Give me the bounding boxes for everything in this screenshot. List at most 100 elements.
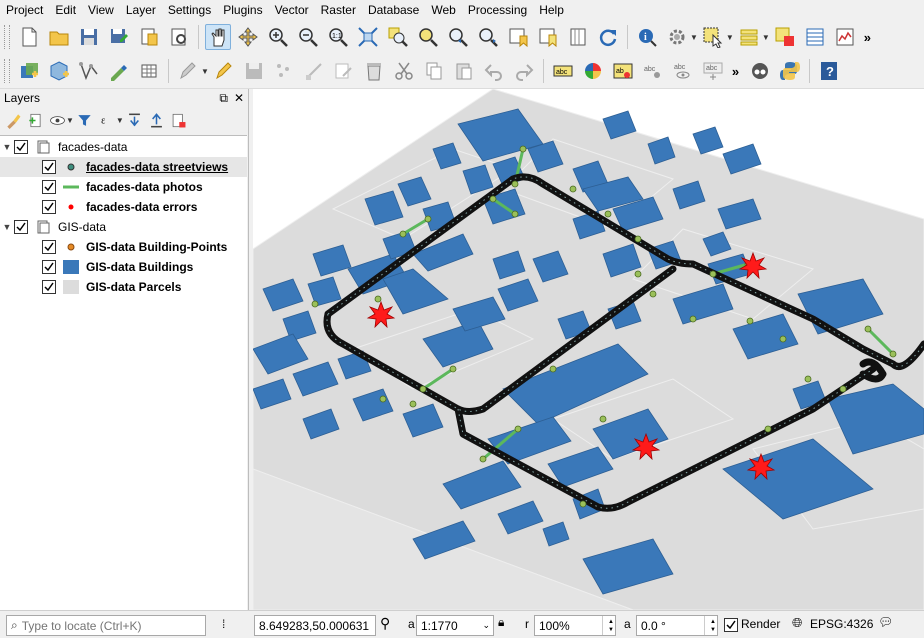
- refresh-button[interactable]: [595, 24, 621, 50]
- select-features-button[interactable]: [700, 24, 726, 50]
- undo-button[interactable]: [481, 58, 507, 84]
- select-dropdown-icon[interactable]: ▼: [726, 33, 734, 42]
- add-feature-button[interactable]: [271, 58, 297, 84]
- lock-scale-icon[interactable]: 🔒︎: [498, 615, 504, 630]
- zoom-next-button[interactable]: [475, 24, 501, 50]
- filter-legend-button[interactable]: [75, 110, 95, 130]
- locator-input[interactable]: [19, 617, 194, 634]
- layer-checkbox[interactable]: [42, 160, 56, 174]
- zoom-native-button[interactable]: 1:1: [325, 24, 351, 50]
- menu-web[interactable]: Web: [425, 0, 461, 20]
- temporal-controller-button[interactable]: [565, 24, 591, 50]
- statistics-button[interactable]: [832, 24, 858, 50]
- open-layer-styling-button[interactable]: [3, 110, 23, 130]
- new-project-button[interactable]: [16, 24, 42, 50]
- layer-group-row[interactable]: ▼ facades-data: [0, 137, 247, 157]
- python-console-button[interactable]: [777, 58, 803, 84]
- add-mesh-layer-button[interactable]: [136, 58, 162, 84]
- menu-project[interactable]: Project: [0, 0, 49, 20]
- zoom-in-button[interactable]: [265, 24, 291, 50]
- magnifier-field[interactable]: 100% ▲ ▼: [534, 615, 616, 636]
- layer-checkbox[interactable]: [42, 240, 56, 254]
- layer-row[interactable]: facades-data errors: [0, 197, 247, 217]
- select-by-attribute-button[interactable]: [736, 24, 762, 50]
- save-layer-edits-button[interactable]: [241, 58, 267, 84]
- layer-row[interactable]: facades-data photos: [0, 177, 247, 197]
- zoom-to-selection-button[interactable]: [385, 24, 411, 50]
- highlight-pinned-labels-button[interactable]: ab: [610, 58, 636, 84]
- label-toolbar-button[interactable]: abc: [550, 58, 576, 84]
- collapse-arrow-icon[interactable]: ▼: [0, 142, 14, 152]
- toggle-extents-icon[interactable]: ⚲: [380, 615, 390, 632]
- layer-checkbox[interactable]: [42, 260, 56, 274]
- toolbar-grip[interactable]: [4, 25, 10, 49]
- layer-checkbox[interactable]: [42, 200, 56, 214]
- paste-features-button[interactable]: [451, 58, 477, 84]
- map-tips-button[interactable]: [747, 58, 773, 84]
- crs-label[interactable]: EPSG:4326: [810, 617, 873, 631]
- magnifier-spinner[interactable]: ▲ ▼: [602, 616, 615, 635]
- messages-icon[interactable]: 💬︎: [878, 615, 893, 629]
- manage-visibility-button[interactable]: [47, 110, 67, 130]
- menu-edit[interactable]: Edit: [49, 0, 82, 20]
- layer-checkbox[interactable]: [14, 220, 28, 234]
- zoom-out-button[interactable]: [295, 24, 321, 50]
- toolbar-overflow-icon[interactable]: »: [864, 30, 871, 45]
- menu-processing[interactable]: Processing: [462, 0, 533, 20]
- layout-manager-button[interactable]: [166, 24, 192, 50]
- save-as-button[interactable]: [106, 24, 132, 50]
- zoom-last-button[interactable]: [445, 24, 471, 50]
- map-canvas[interactable]: [253, 89, 924, 610]
- layer-checkbox[interactable]: [42, 180, 56, 194]
- scale-dropdown[interactable]: 1:1770 ⌄: [416, 615, 494, 636]
- render-checkbox[interactable]: [724, 618, 738, 632]
- show-hide-labels-button[interactable]: abc: [670, 58, 696, 84]
- menu-layer[interactable]: Layer: [120, 0, 162, 20]
- menu-database[interactable]: Database: [362, 0, 425, 20]
- deselect-all-button[interactable]: [772, 24, 798, 50]
- add-group-button[interactable]: [25, 110, 45, 130]
- crs-globe-icon[interactable]: 🌐︎: [792, 615, 802, 631]
- layer-row[interactable]: GIS-data Building-Points: [0, 237, 247, 257]
- expand-all-button[interactable]: [125, 110, 145, 130]
- run-action-dropdown-icon[interactable]: ▼: [690, 33, 698, 42]
- redo-button[interactable]: [511, 58, 537, 84]
- menu-view[interactable]: View: [82, 0, 120, 20]
- close-icon[interactable]: ✕: [234, 91, 244, 106]
- data-source-manager-button[interactable]: [16, 58, 42, 84]
- move-label-button[interactable]: abc: [700, 58, 726, 84]
- current-edits-dropdown-icon[interactable]: ▼: [201, 67, 209, 76]
- add-vector-layer-button[interactable]: [76, 58, 102, 84]
- zoom-full-button[interactable]: [355, 24, 381, 50]
- menu-vector[interactable]: Vector: [269, 0, 315, 20]
- coordinate-field[interactable]: 8.649283,50.000631: [254, 615, 376, 636]
- visibility-dropdown-icon[interactable]: ▼: [66, 116, 74, 125]
- layer-row[interactable]: GIS-data Buildings: [0, 257, 247, 277]
- diagram-options-button[interactable]: [580, 58, 606, 84]
- run-action-button[interactable]: [664, 24, 690, 50]
- menu-settings[interactable]: Settings: [162, 0, 217, 20]
- save-project-button[interactable]: [76, 24, 102, 50]
- select-by-attribute-dropdown-icon[interactable]: ▼: [762, 33, 770, 42]
- attribute-table-button[interactable]: [802, 24, 828, 50]
- menu-help[interactable]: Help: [533, 0, 570, 20]
- cut-features-button[interactable]: [391, 58, 417, 84]
- remove-layer-button[interactable]: [169, 110, 189, 130]
- expression-dropdown-icon[interactable]: ▼: [116, 116, 124, 125]
- toggle-editing-button[interactable]: [211, 58, 237, 84]
- zoom-to-layer-button[interactable]: [415, 24, 441, 50]
- copy-features-button[interactable]: [421, 58, 447, 84]
- rotation-spinner[interactable]: ▲ ▼: [704, 616, 717, 635]
- help-button[interactable]: ?: [816, 58, 842, 84]
- new-geopackage-button[interactable]: [46, 58, 72, 84]
- chevron-down-icon[interactable]: ⌄: [478, 620, 490, 631]
- menu-plugins[interactable]: Plugins: [217, 0, 268, 20]
- delete-selected-button[interactable]: [361, 58, 387, 84]
- show-bookmarks-button[interactable]: [535, 24, 561, 50]
- layer-row[interactable]: GIS-data Parcels: [0, 277, 247, 297]
- add-raster-layer-button[interactable]: [106, 58, 132, 84]
- print-layout-button[interactable]: [136, 24, 162, 50]
- filter-by-expression-button[interactable]: ε: [97, 110, 117, 130]
- pan-map-button[interactable]: [205, 24, 231, 50]
- toolbar-grip[interactable]: [4, 59, 10, 83]
